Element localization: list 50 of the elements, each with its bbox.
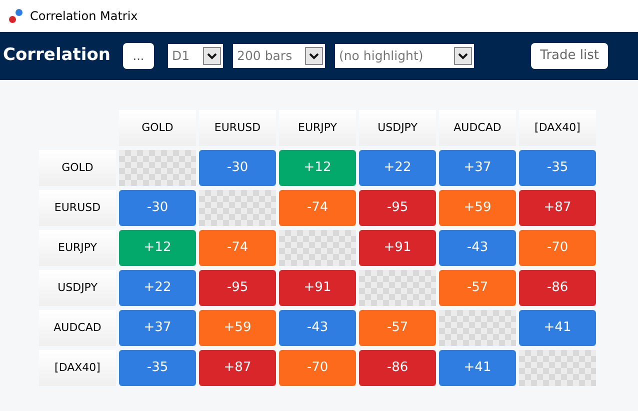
matrix-header: GOLD (119, 110, 196, 146)
matrix-header: EURJPY (279, 110, 356, 146)
correlation-cell: -86 (359, 350, 436, 386)
correlation-cell: +12 (279, 150, 356, 186)
matrix-header: EURUSD (39, 190, 116, 226)
correlation-cell: +37 (439, 150, 516, 186)
dropdown[interactable]: D1 (168, 44, 223, 68)
matrix-header: GOLD (39, 150, 116, 186)
correlation-cell: -43 (279, 310, 356, 346)
dropdown[interactable]: 200 bars (233, 44, 325, 68)
correlation-cell: -35 (119, 350, 196, 386)
correlation-cell: +87 (199, 350, 276, 386)
app-logo-icon (8, 8, 24, 24)
correlation-cell: -57 (359, 310, 436, 346)
matrix-header: EURUSD (199, 110, 276, 146)
correlation-cell: -86 (519, 270, 596, 306)
correlation-cell: +59 (199, 310, 276, 346)
correlation-cell: -70 (279, 350, 356, 386)
matrix-header: AUDCAD (39, 310, 116, 346)
correlation-cell: +41 (519, 310, 596, 346)
correlation-cell: +41 (439, 350, 516, 386)
correlation-cell: -30 (199, 150, 276, 186)
correlation-cell: +22 (359, 150, 436, 186)
matrix-header: EURJPY (39, 230, 116, 266)
matrix-header: AUDCAD (439, 110, 516, 146)
correlation-cell: -74 (279, 190, 356, 226)
correlation-cell: +37 (119, 310, 196, 346)
correlation-cell: -35 (519, 150, 596, 186)
matrix-header: USDJPY (359, 110, 436, 146)
trade-list-button[interactable]: Trade list (531, 43, 608, 69)
matrix-header: USDJPY (39, 270, 116, 306)
correlation-cell: -57 (439, 270, 516, 306)
dropdown[interactable]: (no highlight) (335, 44, 474, 68)
correlation-cell: +12 (119, 230, 196, 266)
matrix-header: [DAX40] (519, 110, 596, 146)
correlation-cell: -43 (439, 230, 516, 266)
correlation-cell: -70 (519, 230, 596, 266)
correlation-cell: -30 (119, 190, 196, 226)
correlation-cell: +87 (519, 190, 596, 226)
window-title: Correlation Matrix (30, 8, 138, 25)
correlation-cell: +91 (359, 230, 436, 266)
correlation-cell: -95 (199, 270, 276, 306)
correlation-cell: +22 (119, 270, 196, 306)
more-button[interactable]: ... (123, 43, 154, 69)
matrix-header: [DAX40] (39, 350, 116, 386)
toolbar-title: Correlation (3, 44, 112, 68)
correlation-cell: -74 (199, 230, 276, 266)
correlation-cell: +91 (279, 270, 356, 306)
correlation-cell: -95 (359, 190, 436, 226)
correlation-cell: +59 (439, 190, 516, 226)
